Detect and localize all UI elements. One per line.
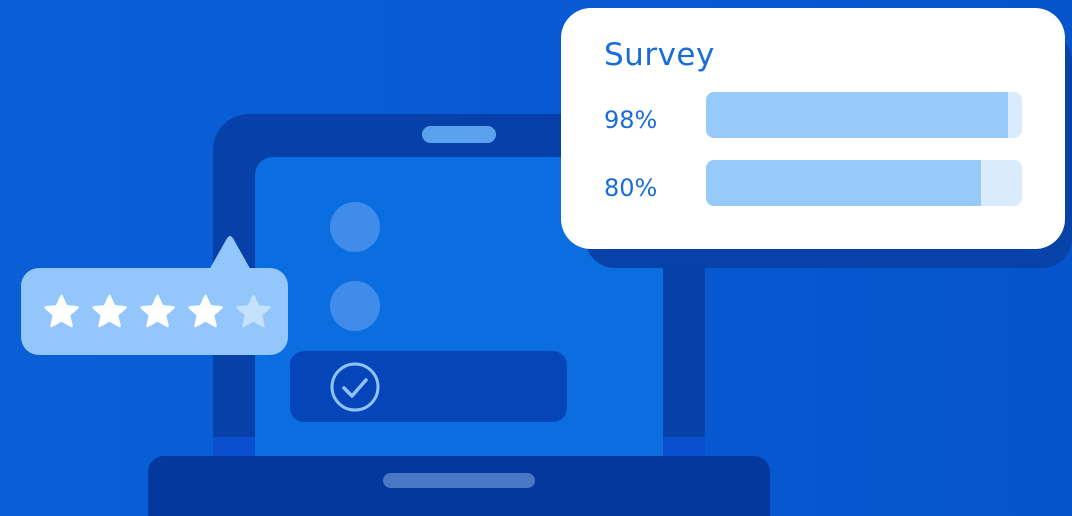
survey-row-1-percent: 98% [604, 106, 658, 134]
star-filled-icon [92, 294, 127, 328]
survey-row-1-progress-fill [706, 92, 1008, 138]
rating-bubble-pointer [208, 236, 252, 272]
star-filled-icon [188, 294, 223, 328]
screen-dot-option-1 [330, 202, 380, 252]
screen-dot-option-2 [330, 281, 380, 331]
star-filled-icon [44, 294, 79, 328]
laptop-trackpad [383, 473, 535, 488]
survey-row-2-percent: 80% [604, 174, 658, 202]
survey-row-2-progress-fill [706, 160, 981, 206]
check-circle-icon [330, 362, 380, 412]
star-filled-icon [140, 294, 175, 328]
laptop-camera [422, 126, 496, 143]
star-rating [43, 294, 272, 329]
star-empty-icon [236, 294, 271, 328]
laptop-hinge-inner [255, 437, 663, 457]
survey-row-2-progress-track [706, 160, 1022, 206]
survey-row-1-progress-track [706, 92, 1022, 138]
survey-title: Survey [604, 37, 715, 73]
